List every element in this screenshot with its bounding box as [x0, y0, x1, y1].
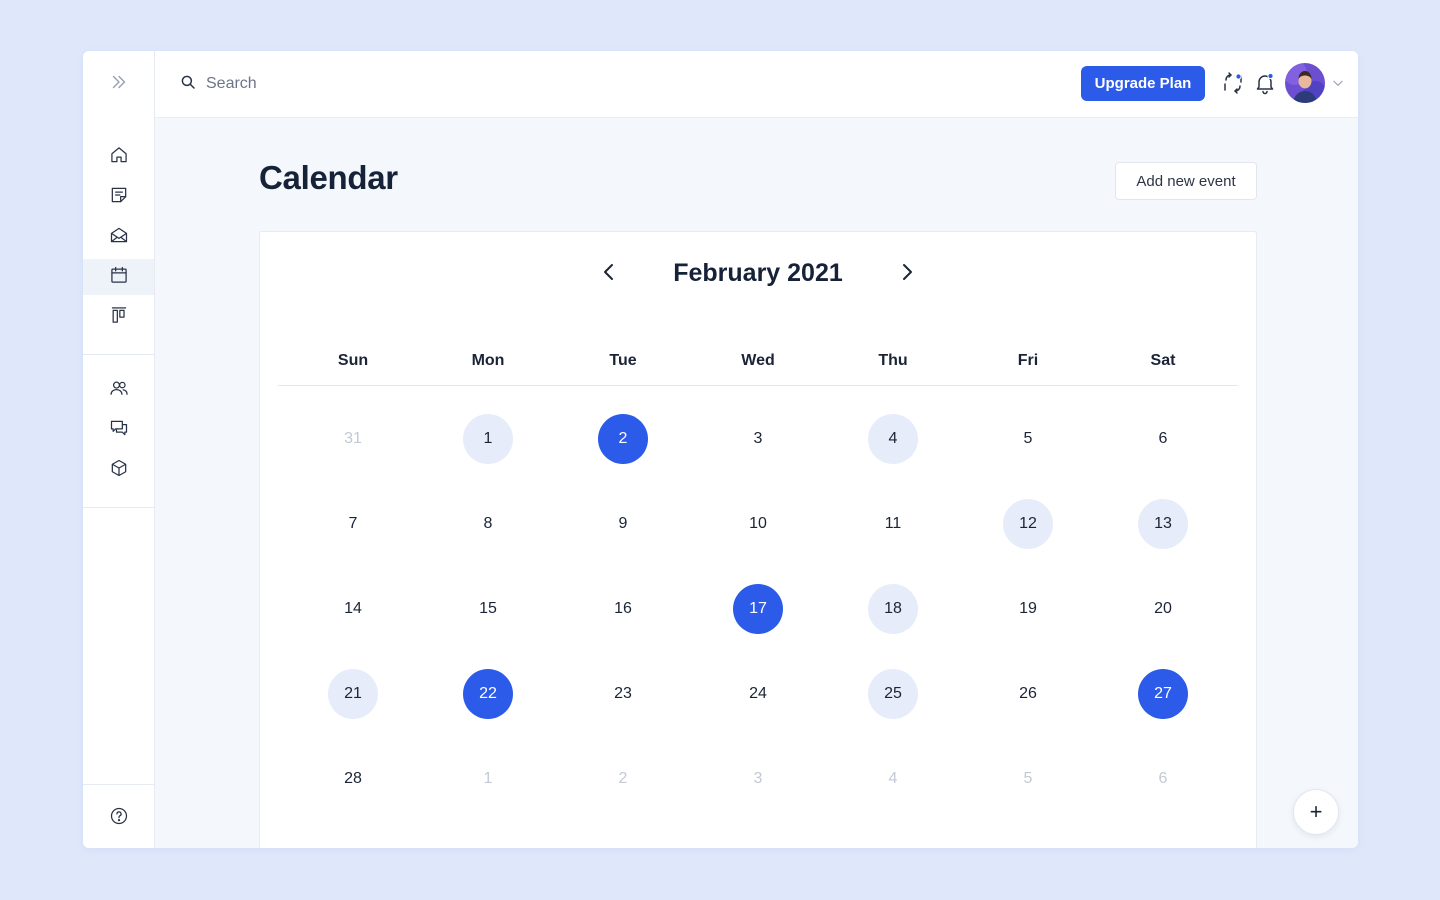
- help-icon: [109, 806, 129, 831]
- cube-icon: [109, 458, 129, 483]
- calendar-day[interactable]: 9: [598, 499, 648, 549]
- calendar-day[interactable]: 23: [598, 669, 648, 719]
- board-icon: [109, 305, 129, 330]
- month-title: February 2021: [673, 259, 843, 287]
- sidebar-item-users[interactable]: [83, 372, 154, 408]
- sidebar-item-help[interactable]: [83, 800, 154, 836]
- sidebar-divider: [83, 784, 154, 785]
- calendar-day[interactable]: 5: [1003, 414, 1053, 464]
- sidebar-item-home[interactable]: [83, 139, 154, 175]
- next-month-button[interactable]: [894, 259, 920, 289]
- sync-icon[interactable]: [1221, 71, 1245, 95]
- add-floating-button[interactable]: +: [1293, 789, 1339, 835]
- sidebar-divider: [83, 354, 154, 355]
- sidebar-item-board[interactable]: [83, 299, 154, 335]
- sidebar-item-calendar[interactable]: [83, 259, 154, 295]
- sidebar-item-chat[interactable]: [83, 412, 154, 448]
- calendar-day[interactable]: 10: [733, 499, 783, 549]
- calendar-day[interactable]: 12: [1003, 499, 1053, 549]
- sidebar: [83, 51, 155, 848]
- sidebar-item-mail[interactable]: [83, 219, 154, 255]
- search-icon: [179, 73, 206, 96]
- sidebar-item-notes[interactable]: [83, 179, 154, 215]
- calendar-day[interactable]: 4: [868, 414, 918, 464]
- calendar-day-outside-month[interactable]: 4: [868, 754, 918, 804]
- weekday-label: Thu: [878, 352, 908, 369]
- search-input[interactable]: [206, 75, 506, 93]
- calendar-day[interactable]: 25: [868, 669, 918, 719]
- add-new-event-button[interactable]: Add new event: [1115, 162, 1257, 200]
- weekday-label: Sun: [337, 352, 369, 369]
- calendar-day[interactable]: 1: [463, 414, 513, 464]
- calendar-icon: [109, 265, 129, 290]
- avatar[interactable]: [1285, 63, 1325, 103]
- bell-icon[interactable]: [1253, 71, 1277, 95]
- users-icon: [109, 378, 129, 403]
- calendar-day[interactable]: 24: [733, 669, 783, 719]
- calendar-day[interactable]: 13: [1138, 499, 1188, 549]
- calendar-day[interactable]: 20: [1138, 584, 1188, 634]
- calendar-day-outside-month[interactable]: 5: [1003, 754, 1053, 804]
- calendar-card: February 2021 Sun Mon Tue Wed Thu Fri Sa…: [259, 231, 1257, 848]
- calendar-day[interactable]: 21: [328, 669, 378, 719]
- calendar-day-outside-month[interactable]: 1: [463, 754, 513, 804]
- calendar-day[interactable]: 14: [328, 584, 378, 634]
- weekday-label: Wed: [741, 352, 775, 369]
- calendar-day[interactable]: 15: [463, 584, 513, 634]
- mail-icon: [109, 225, 129, 250]
- top-bar: Upgrade Plan: [155, 51, 1358, 118]
- weekday-header: Sun Mon Tue Wed Thu Fri Sat: [278, 348, 1238, 386]
- previous-month-button[interactable]: [596, 259, 622, 289]
- sidebar-divider: [83, 507, 154, 508]
- weekday-label: Fri: [1017, 352, 1039, 369]
- calendar-day[interactable]: 7: [328, 499, 378, 549]
- calendar-day[interactable]: 28: [328, 754, 378, 804]
- app-window: Upgrade Plan Calendar Add new event: [83, 51, 1358, 848]
- calendar-day-outside-month[interactable]: 3: [733, 754, 783, 804]
- calendar-day[interactable]: 11: [868, 499, 918, 549]
- calendar-day-outside-month[interactable]: 31: [328, 414, 378, 464]
- chevron-down-icon[interactable]: [1331, 76, 1345, 90]
- calendar-day[interactable]: 19: [1003, 584, 1053, 634]
- chevron-right-icon: [895, 260, 919, 289]
- chat-icon: [109, 418, 129, 443]
- chevron-left-icon: [597, 260, 621, 289]
- upgrade-plan-button[interactable]: Upgrade Plan: [1081, 66, 1205, 101]
- calendar-day-outside-month[interactable]: 2: [598, 754, 648, 804]
- calendar-day[interactable]: 3: [733, 414, 783, 464]
- page-title: Calendar: [259, 159, 398, 196]
- calendar-day-outside-month[interactable]: 6: [1138, 754, 1188, 804]
- sidebar-item-products[interactable]: [83, 452, 154, 488]
- weekday-label: Tue: [609, 352, 637, 369]
- calendar-day[interactable]: 27: [1138, 669, 1188, 719]
- calendar-day[interactable]: 22: [463, 669, 513, 719]
- calendar-day[interactable]: 17: [733, 584, 783, 634]
- double-chevron-right-icon[interactable]: [108, 71, 130, 93]
- calendar-day[interactable]: 6: [1138, 414, 1188, 464]
- calendar-day[interactable]: 8: [463, 499, 513, 549]
- calendar-day[interactable]: 26: [1003, 669, 1053, 719]
- calendar-day[interactable]: 18: [868, 584, 918, 634]
- calendar-day[interactable]: 16: [598, 584, 648, 634]
- weekday-label: Mon: [471, 352, 505, 369]
- calendar-day[interactable]: 2: [598, 414, 648, 464]
- notes-icon: [109, 185, 129, 210]
- search-bar[interactable]: [179, 71, 506, 97]
- weekday-label: Sat: [1150, 352, 1176, 369]
- home-icon: [109, 145, 129, 170]
